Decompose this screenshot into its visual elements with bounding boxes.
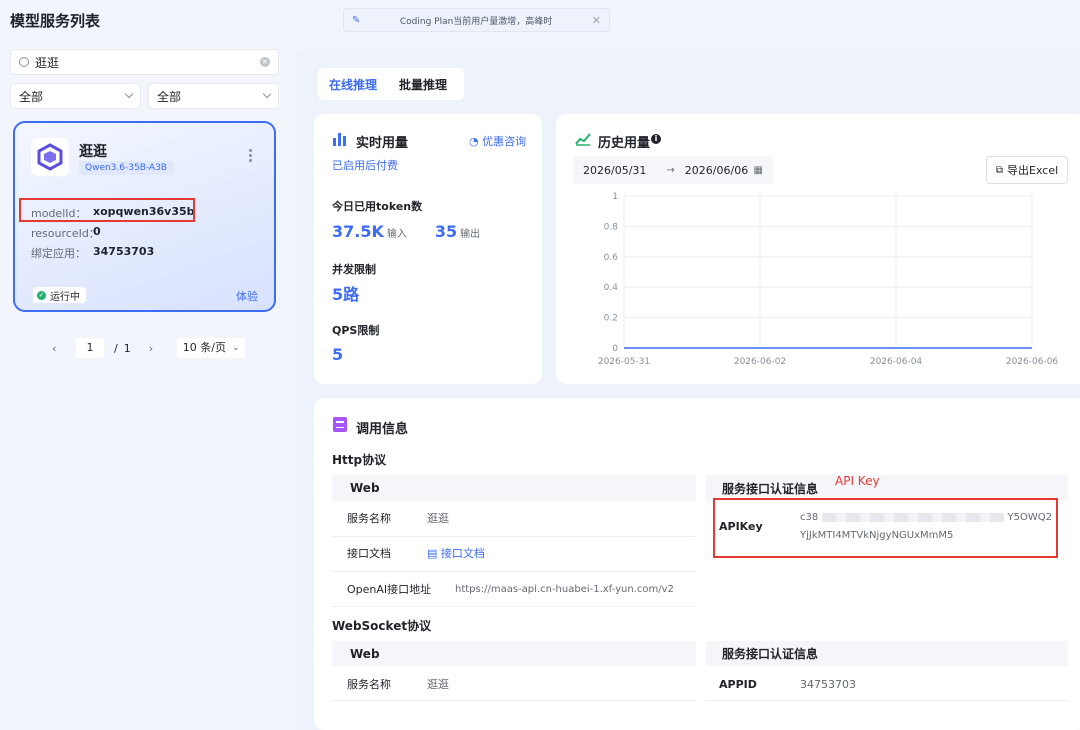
- history-chart: 1 0.8 0.6 0.4 0.2 0 2026-05-31 2026-06-02 2026-0…: [598, 192, 1059, 366]
- token-usage: 37.5K 输入 35 输出: [332, 222, 480, 241]
- x-tick-label: 2026-05-31: [598, 357, 650, 366]
- current-page[interactable]: 1: [76, 338, 104, 358]
- highlight-box: [19, 198, 195, 222]
- api-key-annotation: API Key: [835, 474, 880, 488]
- model-card[interactable]: 逛逛 Qwen3.6-35B-A3B modelId： xopqwen36v35…: [13, 121, 276, 312]
- date-start: 2026/05/31: [583, 163, 647, 177]
- http-row-service-name: 服务名称 逛逛: [347, 512, 449, 525]
- toast-text: Coding Plan当前用户量激增，高峰时: [399, 16, 553, 27]
- filter-select-2[interactable]: 全部: [148, 83, 279, 109]
- document-icon: [333, 417, 347, 432]
- y-tick-label: 1: [612, 192, 618, 202]
- tab-online-inference[interactable]: 在线推理: [329, 76, 377, 93]
- clear-icon[interactable]: ×: [260, 57, 270, 67]
- row-divider: [332, 536, 696, 537]
- row-divider: [332, 606, 696, 607]
- output-unit: 输出: [460, 229, 481, 240]
- doc-icon: ▤: [427, 547, 438, 560]
- line-chart-icon: [575, 132, 591, 149]
- filter-select-1-value: 全部: [19, 89, 44, 104]
- row-divider: [332, 700, 696, 701]
- excel-icon: ⧉: [995, 164, 1003, 176]
- page-size-select[interactable]: 10 条/页 ⌄: [177, 338, 246, 358]
- date-range-picker[interactable]: 2026/05/31 → 2026/06/06 ▦: [573, 156, 773, 184]
- realtime-title: 实时用量: [356, 136, 409, 151]
- ws-web-head: Web: [332, 641, 696, 666]
- export-excel-button[interactable]: ⧉ 导出Excel: [986, 156, 1068, 184]
- ws-row-appid: APPID 34753703: [719, 677, 856, 691]
- model-tag: Qwen3.6-35B-A3B: [79, 161, 173, 175]
- chevron-down-icon: [124, 89, 134, 99]
- y-tick-label: 0.8: [604, 222, 619, 232]
- x-tick-label: 2026-06-02: [734, 357, 786, 366]
- close-icon[interactable]: ✕: [592, 14, 601, 27]
- date-end: 2026/06/06: [684, 163, 749, 177]
- ws-title: WebSocket协议: [332, 619, 432, 633]
- http-title: Http协议: [332, 453, 387, 467]
- filter-select-2-value: 全部: [157, 89, 182, 104]
- info-icon[interactable]: i: [651, 134, 661, 144]
- prev-page-icon[interactable]: ‹: [52, 342, 64, 355]
- y-tick-label: 0.2: [604, 314, 618, 324]
- y-tick-label: 0.4: [604, 283, 619, 293]
- x-tick-label: 2026-06-06: [1006, 357, 1059, 366]
- model-name: 逛逛: [79, 144, 107, 160]
- apikey-highlight-box: [713, 498, 1058, 558]
- headset-icon: ◔: [469, 135, 479, 148]
- search-icon: [19, 57, 29, 67]
- filter-select-1[interactable]: 全部: [10, 83, 141, 109]
- toast: ✎ Coding Plan当前用户量激增，高峰时 ✕: [343, 8, 610, 32]
- x-tick-label: 2026-06-04: [870, 357, 923, 366]
- output-value: 35: [434, 222, 458, 241]
- input-value: 37.5K: [332, 222, 384, 241]
- invoke-title: 调用信息: [356, 422, 409, 437]
- more-icon[interactable]: [249, 149, 252, 162]
- date-separator: →: [666, 164, 675, 176]
- chevron-down-icon: [262, 89, 272, 99]
- input-unit: 输入: [386, 229, 407, 240]
- search-value: 逛逛: [35, 55, 60, 70]
- concurrency-label: 并发限制: [332, 263, 376, 276]
- row-divider: [332, 571, 696, 572]
- page-separator: /: [114, 341, 118, 355]
- status-badge: ✓ 运行中: [33, 287, 86, 303]
- total-pages: 1: [123, 341, 131, 355]
- page-title: 模型服务列表: [10, 12, 101, 30]
- qps-value: 5: [332, 345, 344, 364]
- ws-auth-head: 服务接口认证信息: [706, 641, 1068, 666]
- try-link[interactable]: 体验: [236, 288, 258, 304]
- bar-chart-icon: [332, 132, 348, 149]
- billing-status: 已启用后付费: [332, 159, 398, 172]
- next-page-icon[interactable]: ›: [149, 342, 153, 355]
- pagination: ‹ 1 / 1 › 10 条/页 ⌄: [52, 337, 246, 359]
- field-bound-app: 绑定应用： 34753703: [31, 245, 155, 260]
- y-tick-label: 0.6: [604, 253, 619, 263]
- row-divider: [706, 700, 1068, 701]
- ws-row-service-name: 服务名称 逛逛: [347, 678, 449, 691]
- http-row-doc: 接口文档 ▤ 接口文档: [347, 545, 485, 561]
- realtime-usage-card: [314, 114, 542, 384]
- consult-link[interactable]: ◔ 优惠咨询: [469, 133, 526, 149]
- check-icon: ✓: [37, 290, 46, 300]
- http-row-openai: OpenAI接口地址 https://maas-api.cn-huabei-1.…: [347, 583, 674, 596]
- field-resource-id: resourceId： 0: [31, 225, 101, 240]
- toast-icon: ✎: [352, 14, 361, 26]
- model-logo-icon: [31, 138, 69, 176]
- calendar-icon: ▦: [753, 164, 763, 176]
- search-input[interactable]: 逛逛 ×: [10, 49, 279, 75]
- history-title: 历史用量: [598, 136, 651, 151]
- http-web-head: Web: [332, 475, 696, 501]
- tab-batch-inference[interactable]: 批量推理: [399, 76, 447, 93]
- doc-link[interactable]: ▤ 接口文档: [427, 545, 485, 561]
- y-tick-label: 0: [612, 344, 618, 354]
- qps-label: QPS限制: [332, 324, 380, 337]
- concurrency-value: 5路: [332, 285, 360, 304]
- token-label: 今日已用token数: [332, 200, 423, 213]
